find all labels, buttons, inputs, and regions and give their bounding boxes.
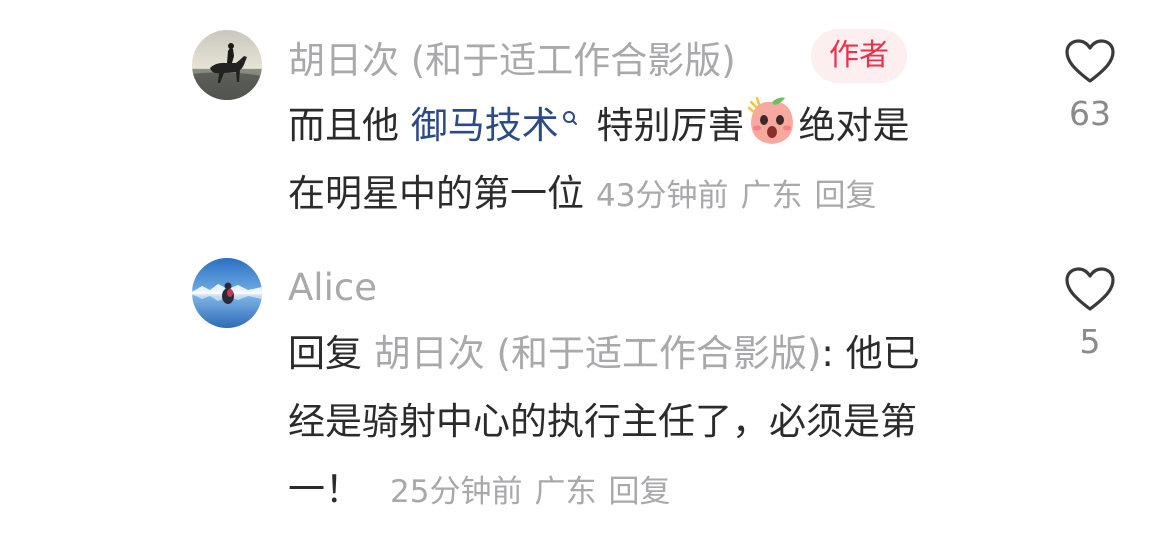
comment-text-line3: 一！	[288, 468, 362, 511]
search-keyword-link[interactable]: 御马技术	[411, 104, 559, 147]
like-count: 5	[1079, 322, 1101, 361]
comment-body-line-3: 一！ 25分钟前 广东 回复	[288, 456, 920, 524]
comment-text-line1: : 他已	[821, 332, 920, 375]
mention-link[interactable]: 胡日次 (和于适工作合影版)	[374, 332, 822, 375]
avatar-image	[192, 258, 262, 328]
comment-text-line2: 在明星中的第一位	[288, 172, 584, 215]
comment-body: 而且他 御马技术 特别厉害 绝对是 在明星中的第一位 43分钟前 广东 回复	[288, 92, 910, 228]
comment-meta: 43分钟前 广东 回复	[596, 178, 888, 214]
avatar-image	[192, 30, 262, 100]
comment-body: 回复 胡日次 (和于适工作合影版): 他已 经是骑射中心的执行主任了，必须是第 …	[288, 320, 920, 524]
avatar-rider[interactable]	[192, 30, 262, 100]
comment-text-after-link: 特别厉害	[584, 104, 745, 147]
like-button[interactable]: 63	[1055, 38, 1125, 134]
comment-location: 广东	[740, 178, 803, 214]
comment-text-before-link: 而且他	[288, 104, 411, 147]
comment-body-line-1: 而且他 御马技术 特别厉害 绝对是	[288, 92, 910, 160]
comment-username[interactable]: Alice	[288, 262, 377, 314]
comment-body-line-2: 在明星中的第一位 43分钟前 广东 回复	[288, 160, 910, 228]
comment-time: 25分钟前	[390, 474, 523, 510]
comment-username[interactable]: 胡日次 (和于适工作合影版)	[288, 35, 736, 87]
reply-prefix: 回复	[288, 332, 374, 375]
comment-meta: 25分钟前 广东 回复	[390, 474, 682, 510]
like-count: 63	[1069, 94, 1111, 133]
comment-body-line-2: 经是骑射中心的执行主任了，必须是第	[288, 388, 920, 456]
shocked-peach-emoji-icon	[745, 94, 799, 148]
search-icon	[561, 92, 579, 125]
heart-outline-icon	[1065, 39, 1115, 83]
comment-text-line2: 经是骑射中心的执行主任了，必须是第	[288, 400, 917, 443]
like-button[interactable]: 5	[1055, 266, 1125, 362]
comment-location: 广东	[534, 474, 597, 510]
reply-button[interactable]: 回复	[814, 178, 876, 214]
reply-button[interactable]: 回复	[608, 474, 670, 510]
comment-body-line-1: 回复 胡日次 (和于适工作合影版): 他已	[288, 320, 920, 388]
author-badge: 作者	[811, 29, 907, 83]
comment-time: 43分钟前	[596, 178, 729, 214]
comment-text-line1-end: 绝对是	[798, 104, 910, 147]
heart-outline-icon	[1065, 267, 1115, 311]
avatar-alice[interactable]	[192, 258, 262, 328]
